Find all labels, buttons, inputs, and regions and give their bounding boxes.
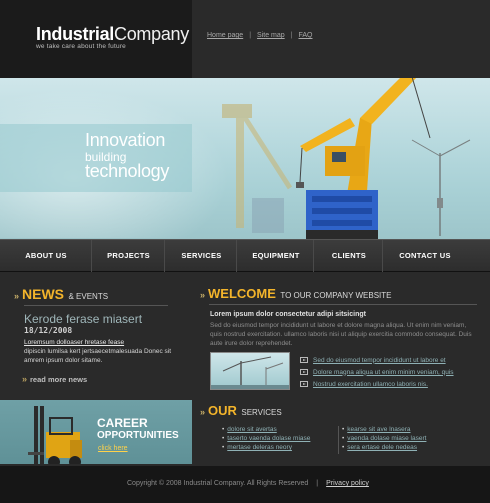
divider xyxy=(209,304,477,305)
divider xyxy=(24,305,168,306)
top-links: Home page | Site map | FAQ xyxy=(207,32,313,39)
service-item[interactable]: • sera ertase dele nedeas xyxy=(342,444,426,453)
right-column: » WELCOME TO OUR COMPANY WEBSITE Lorem ip… xyxy=(192,272,490,466)
footer-separator: | xyxy=(316,480,319,487)
welcome-link-2[interactable]: Dolore magna aliqua ut enim minim veniam… xyxy=(300,366,480,378)
footer-text: Copyright © 2008 Industrial Company. All… xyxy=(127,480,369,487)
welcome-heading-small: TO OUR COMPANY WEBSITE xyxy=(280,291,392,300)
welcome-link-text: Nostrud exercitation ullamco laboris nis… xyxy=(313,380,428,388)
hero-banner: Innovation building technology xyxy=(0,78,490,239)
bullet-icon: • xyxy=(222,435,225,442)
nav-contact-us[interactable]: CONTACT US xyxy=(384,240,466,272)
read-more-label: read more news xyxy=(30,375,88,384)
nav-divider xyxy=(236,240,237,272)
far-crane xyxy=(411,139,471,236)
career-title: CAREER xyxy=(97,416,148,430)
logo-light-text: Company xyxy=(114,24,189,44)
service-item[interactable]: • taserto vaenda dolase miase xyxy=(222,435,310,444)
header: IndustrialCompany we take care about the… xyxy=(0,0,490,78)
nav-about-us[interactable]: ABOUT US xyxy=(0,240,92,272)
nav-divider xyxy=(91,240,92,272)
news-date: 18/12/2008 xyxy=(24,326,73,335)
crane-thumbnail-image xyxy=(211,356,289,389)
service-item-label: mertase deleras neory xyxy=(227,444,292,451)
news-heading-small: & EVENTS xyxy=(68,292,109,301)
services-column-1: • dolore sit avertas • taserto vaenda dola… xyxy=(222,426,310,453)
service-item-label: kearse sit ave lnasera xyxy=(347,426,411,433)
nav-divider xyxy=(382,240,383,272)
service-item[interactable]: • kearse sit ave lnasera xyxy=(342,426,426,435)
main-crane xyxy=(296,78,431,239)
service-item-label: vaenda dolase miase lasert xyxy=(347,435,427,442)
welcome-thumbnail xyxy=(210,352,290,390)
news-heading-big: NEWS xyxy=(22,286,65,302)
double-chevron-icon: » xyxy=(200,290,206,300)
footer: Copyright © 2008 Industrial Company. All… xyxy=(0,466,490,503)
welcome-link-text: Dolore magna aliqua ut enim minim veniam… xyxy=(313,368,454,376)
main-nav: ABOUT US PROJECTS SERVICES EQUIPMENT CLI… xyxy=(0,239,490,272)
link-separator: | xyxy=(290,32,293,39)
career-subtitle: OPPORTUNITIES xyxy=(97,430,179,441)
service-item-label: dolore sit avertas xyxy=(227,426,277,433)
service-item-label: sera ertase dele nedeas xyxy=(347,444,418,451)
nav-equipment[interactable]: EQUIPMENT xyxy=(238,240,314,272)
service-item[interactable]: • vaenda dolase miase lasert xyxy=(342,435,426,444)
services-heading: » OUR SERVICES xyxy=(200,402,282,420)
career-click-here-link[interactable]: click here xyxy=(98,445,128,452)
bullet-icon: • xyxy=(342,435,345,442)
nav-services[interactable]: SERVICES xyxy=(166,240,237,272)
link-separator: | xyxy=(249,32,252,39)
double-chevron-icon: » xyxy=(14,291,20,301)
privacy-policy-link[interactable]: Privacy policy xyxy=(326,480,369,487)
bullet-icon: • xyxy=(342,444,345,451)
nav-divider xyxy=(164,240,165,272)
double-chevron-icon: » xyxy=(22,374,28,384)
arrow-box-icon xyxy=(300,381,308,387)
services-heading-small: SERVICES xyxy=(241,408,282,417)
welcome-body: Sed do eiusmod tempor incididunt ut labo… xyxy=(210,322,472,347)
service-item[interactable]: • dolore sit avertas xyxy=(222,426,310,435)
welcome-link-1[interactable]: Sed do eiusmod tempor incididunt ut labo… xyxy=(300,354,480,366)
logo-title: IndustrialCompany xyxy=(36,24,189,45)
read-more-news-link[interactable]: » read more news xyxy=(22,374,87,384)
nav-divider xyxy=(313,240,314,272)
news-body: dipiscin lumilsa kert jertsaecetmalesuad… xyxy=(24,348,172,364)
welcome-heading: » WELCOME TO OUR COMPANY WEBSITE xyxy=(200,285,391,303)
logo-bold-text: Industrial xyxy=(36,24,115,44)
arrow-box-icon xyxy=(300,357,308,363)
career-banner[interactable]: CAREER OPPORTUNITIES click here xyxy=(0,400,192,464)
site-map-link[interactable]: Site map xyxy=(257,32,285,39)
welcome-link-3[interactable]: Nostrud exercitation ullamco laboris nis… xyxy=(300,378,480,390)
service-item[interactable]: • mertase deleras neory xyxy=(222,444,310,453)
left-column: » NEWS & EVENTS Kerode ferase miasert 18/… xyxy=(0,272,192,466)
logo[interactable]: IndustrialCompany we take care about the… xyxy=(0,0,192,78)
welcome-heading-big: WELCOME xyxy=(208,286,276,301)
banner-line-3: technology xyxy=(85,161,170,181)
bullet-icon: • xyxy=(342,426,345,433)
logo-tagline: we take care about the future xyxy=(36,43,126,50)
banner-line-1: Innovation xyxy=(85,130,166,150)
nav-clients[interactable]: CLIENTS xyxy=(315,240,383,272)
faq-link[interactable]: FAQ xyxy=(298,32,312,39)
bullet-icon: • xyxy=(222,444,225,451)
arrow-box-icon xyxy=(300,369,308,375)
services-heading-big: OUR xyxy=(208,403,237,418)
bullet-icon: • xyxy=(222,426,225,433)
news-link[interactable]: Loremsum dolloaser hretase fease xyxy=(24,339,124,346)
double-chevron-icon: » xyxy=(200,407,206,417)
news-heading: » NEWS & EVENTS xyxy=(14,286,108,304)
welcome-links: Sed do eiusmod tempor incididunt ut labo… xyxy=(300,354,480,390)
nav-projects[interactable]: PROJECTS xyxy=(93,240,164,272)
home-page-link[interactable]: Home page xyxy=(207,32,243,39)
background-crane xyxy=(222,104,293,233)
service-item-label: taserto vaenda dolase miase xyxy=(227,435,311,442)
welcome-lead: Lorem ipsum dolor consectetur adipi sits… xyxy=(210,311,366,318)
welcome-link-text: Sed do eiusmod tempor incididunt ut labo… xyxy=(313,356,446,364)
copyright-text: Copyright © 2008 Industrial Company. All… xyxy=(127,480,309,487)
news-title: Kerode ferase miasert xyxy=(24,312,143,326)
services-column-2: • kearse sit ave lnasera • vaenda dolase m… xyxy=(342,426,426,453)
forklift-icon xyxy=(28,406,82,464)
services-divider xyxy=(338,426,339,454)
